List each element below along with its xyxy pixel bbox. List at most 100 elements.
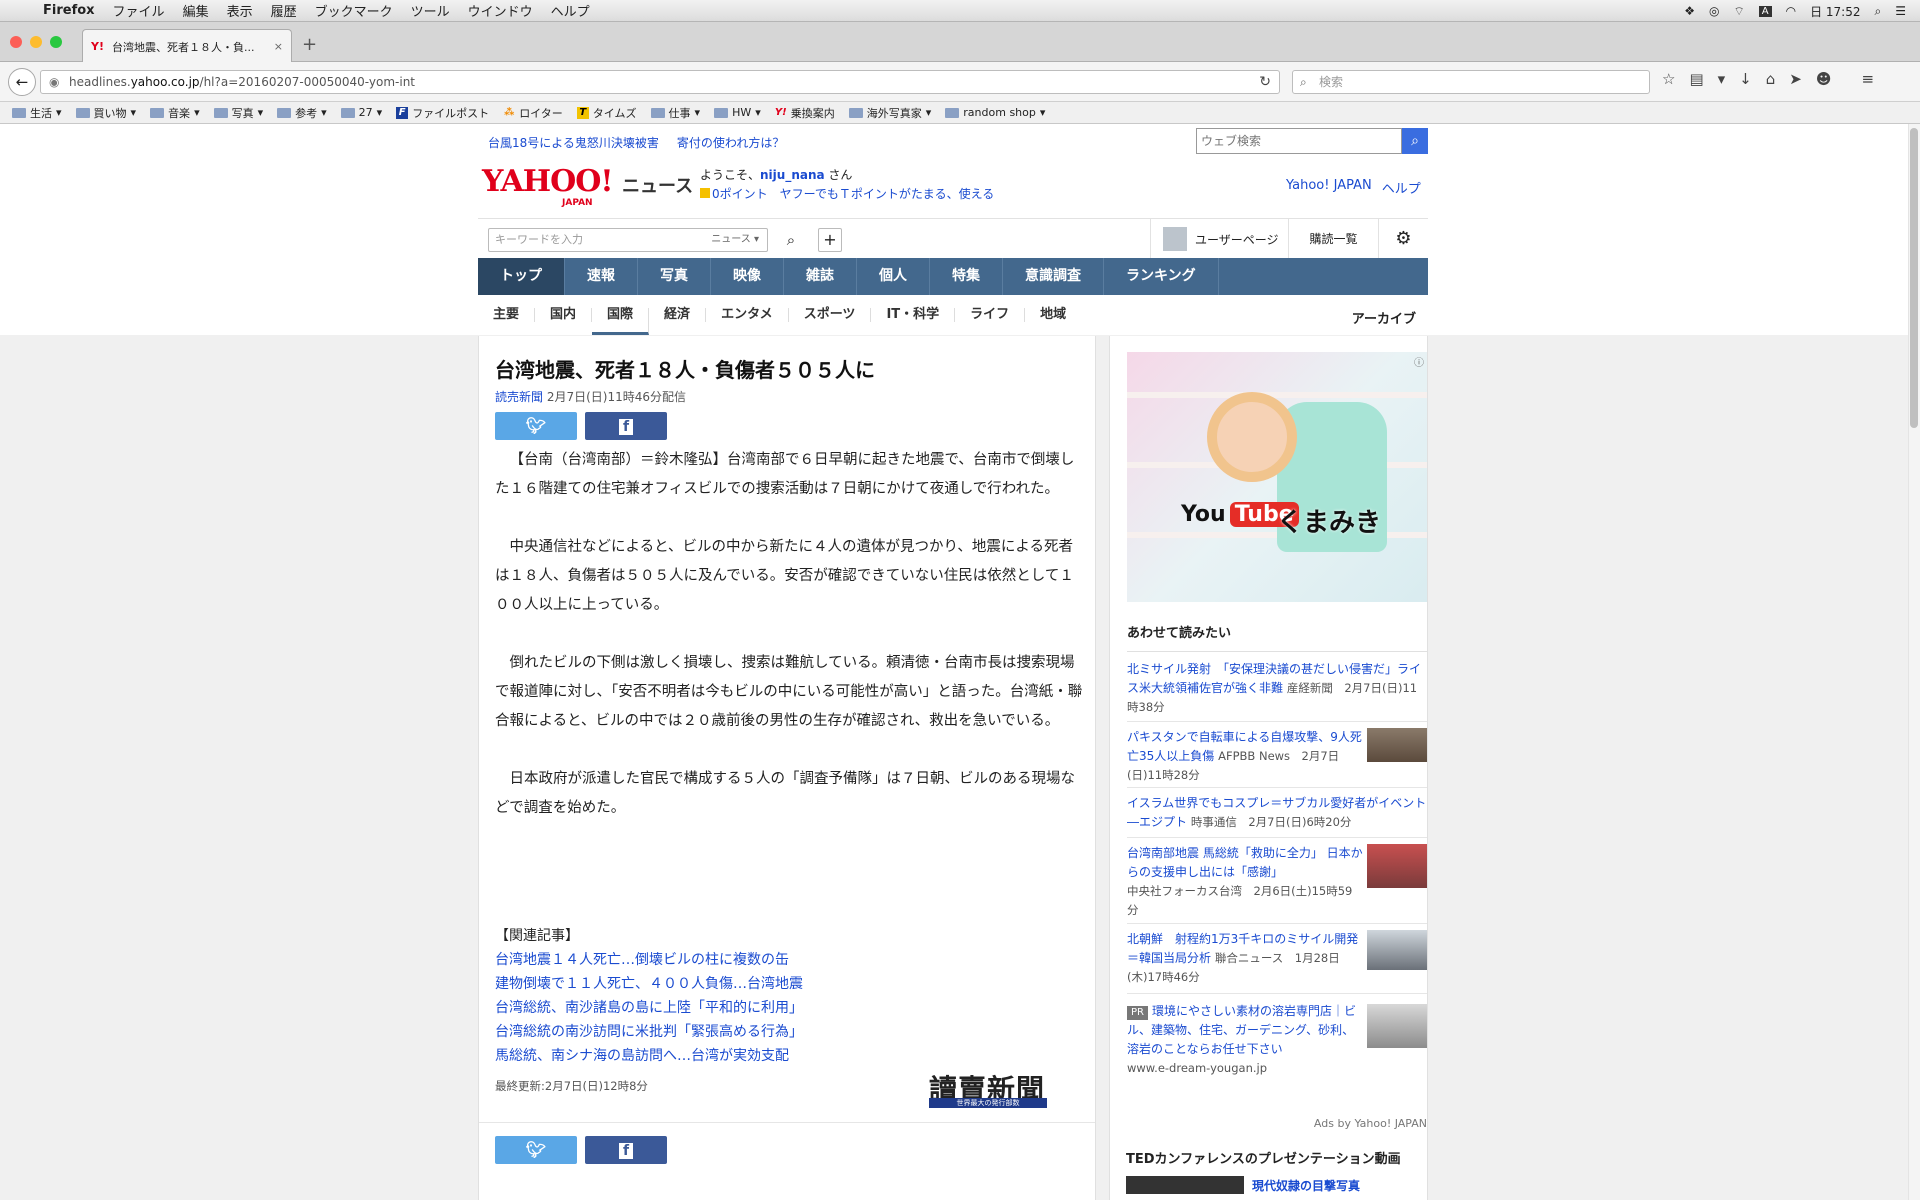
archive-link[interactable]: アーカイブ: [1352, 308, 1416, 327]
web-search-input[interactable]: [1196, 128, 1402, 154]
related-link[interactable]: 建物倒壊で１１人死亡、４００人負傷…台湾地震: [495, 972, 803, 996]
related-link[interactable]: 台湾地震１４人死亡…倒壊ビルの柱に複数の缶: [495, 948, 803, 972]
related-link[interactable]: 台湾総統の南沙訪問に米批判「緊張高める行為」: [495, 1020, 803, 1044]
bookmark-times[interactable]: T タイムズ: [576, 105, 637, 121]
menu-help[interactable]: ヘルプ: [542, 1, 599, 20]
bookmark-folder-hw[interactable]: HW ▾: [714, 106, 761, 119]
bookmark-transit[interactable]: Y! 乗換案内: [775, 105, 835, 121]
bookmark-folder-work[interactable]: 仕事 ▾: [650, 105, 700, 121]
username-link[interactable]: niju_nana: [760, 168, 825, 182]
reload-icon[interactable]: ↻: [1259, 71, 1271, 93]
gear-icon[interactable]: ⚙: [1378, 219, 1428, 259]
site-info-icon[interactable]: ◉: [49, 71, 59, 93]
add-button[interactable]: +: [818, 228, 842, 252]
menu-edit[interactable]: 編集: [174, 1, 218, 20]
bookmark-folder-photographers[interactable]: 海外写真家 ▾: [848, 105, 931, 121]
alert-link-flood[interactable]: 台風18号による鬼怒川決壊被害: [488, 134, 659, 151]
nav-video[interactable]: 映像: [711, 258, 784, 295]
reading-list-icon[interactable]: ▤: [1689, 70, 1703, 88]
subscriptions-link[interactable]: 購読一覧: [1288, 219, 1378, 259]
web-search-button[interactable]: ⌕: [1402, 128, 1428, 154]
cat-international[interactable]: 国際: [592, 308, 650, 335]
cat-region[interactable]: 地域: [1025, 308, 1081, 322]
notification-center-icon[interactable]: ☰: [1895, 4, 1906, 18]
points-link[interactable]: 0ポイント: [712, 187, 768, 201]
article-source-link[interactable]: 読売新聞: [495, 390, 543, 404]
page-scrollbar[interactable]: [1908, 124, 1920, 1200]
article-thumbnail[interactable]: [1367, 728, 1427, 762]
bookmark-folder-photo[interactable]: 写真 ▾: [213, 105, 263, 121]
cat-it-science[interactable]: IT・科学: [871, 308, 956, 322]
also-read-title[interactable]: 台湾南部地震 馬総統「救助に全力」 日本からの支援申し出には「感謝」: [1127, 846, 1363, 879]
article-thumbnail[interactable]: [1367, 930, 1427, 970]
menu-tools[interactable]: ツール: [402, 1, 459, 20]
bookmark-reuters[interactable]: ⁂ ロイター: [503, 105, 563, 121]
ad-info-icon[interactable]: ⓘ: [1414, 354, 1424, 369]
cat-sports[interactable]: スポーツ: [789, 308, 872, 322]
nav-top[interactable]: トップ: [478, 258, 565, 295]
cat-entertainment[interactable]: エンタメ: [706, 308, 789, 322]
ted-item-title[interactable]: 現代奴隷の目撃写真: [1252, 1177, 1360, 1194]
home-icon[interactable]: ⌂: [1766, 70, 1776, 88]
keyword-search-input[interactable]: キーワードを入力 ニュース ▾: [488, 228, 768, 252]
yahoo-news-logo[interactable]: YAHOO! JAPAN ニュース: [482, 164, 693, 208]
nav-photo[interactable]: 写真: [638, 258, 711, 295]
chat-icon[interactable]: ☻: [1816, 70, 1832, 88]
clock[interactable]: 日 17:52: [1810, 3, 1860, 20]
also-read-item[interactable]: 北ミサイル発射 「安保理決議の甚だしい侵害だ」ライス米大統領補佐官が強く非難 産…: [1127, 654, 1427, 722]
bookmark-folder-life[interactable]: 生活 ▾: [12, 105, 62, 121]
scrollbar-thumb[interactable]: [1910, 128, 1918, 428]
also-read-item[interactable]: 北朝鮮 射程約1万3千キロのミサイル開発＝韓国当局分析 聯合ニュース 1月28日…: [1127, 924, 1427, 994]
also-read-item[interactable]: イスラム世界でもコスプレ＝サブカル愛好者がイベント―エジプト 時事通信 2月7日…: [1127, 788, 1427, 838]
bookmark-folder-reference[interactable]: 参考 ▾: [277, 105, 327, 121]
spotlight-search-icon[interactable]: ⌕: [1875, 4, 1882, 19]
cat-domestic[interactable]: 国内: [535, 308, 593, 322]
twitter-share-button-bottom[interactable]: 🐦︎: [495, 1136, 577, 1164]
also-read-item[interactable]: パキスタンで自転車による自爆攻撃、9人死亡35人以上負傷 AFPBB News …: [1127, 722, 1427, 788]
dropbox-icon[interactable]: ❖: [1684, 4, 1695, 18]
tab-active[interactable]: Y! 台湾地震、死者１８人・負... ×: [82, 29, 292, 63]
cat-economy[interactable]: 経済: [649, 308, 707, 322]
nav-breaking[interactable]: 速報: [565, 258, 638, 295]
facebook-share-button[interactable]: f: [585, 412, 667, 440]
back-button[interactable]: ←: [8, 68, 36, 96]
category-dropdown[interactable]: ニュース ▾: [711, 229, 759, 251]
tpoint-promo-link[interactable]: ヤフーでもＴポイントがたまる、使える: [780, 187, 995, 201]
related-link[interactable]: 馬総統、南シナ海の島訪問へ…台湾が実効支配: [495, 1044, 803, 1068]
wifi-icon[interactable]: ◠: [1786, 4, 1796, 18]
input-method-icon[interactable]: A: [1758, 5, 1772, 17]
send-icon[interactable]: ➤: [1789, 70, 1802, 88]
pocket-icon[interactable]: ▾: [1718, 70, 1726, 88]
youtube-ad-banner[interactable]: You Tube くまみき ⓘ: [1127, 352, 1427, 602]
user-page-link[interactable]: ユーザーページ: [1150, 219, 1291, 259]
bookmark-folder-shopping[interactable]: 買い物 ▾: [75, 105, 136, 121]
zoom-window-button[interactable]: [50, 36, 62, 48]
pr-thumbnail[interactable]: [1367, 1004, 1427, 1048]
hamburger-menu-icon[interactable]: ≡: [1862, 70, 1875, 88]
alert-link-donation[interactable]: 寄付の使われ方は？: [677, 134, 784, 151]
twitter-share-button[interactable]: 🐦︎: [495, 412, 577, 440]
cat-main[interactable]: 主要: [478, 308, 536, 322]
nav-feature[interactable]: 特集: [930, 258, 1003, 295]
nav-magazine[interactable]: 雑誌: [784, 258, 857, 295]
bookmark-folder-27[interactable]: 27 ▾: [340, 106, 382, 119]
close-tab-icon[interactable]: ×: [274, 40, 283, 53]
pr-ad-item[interactable]: PR 環境にやさしい素材の溶岩専門店｜ビル、建築物、住宅、ガーデニング、砂利、溶岩…: [1127, 994, 1427, 1094]
wifi-status-icon[interactable]: ⌔: [1733, 4, 1744, 19]
menu-window[interactable]: ウインドウ: [459, 1, 542, 20]
minimize-window-button[interactable]: [30, 36, 42, 48]
keyword-search-button[interactable]: ⌕: [776, 228, 806, 252]
ads-by-label[interactable]: Ads by Yahoo! JAPAN: [1127, 1117, 1427, 1130]
facebook-share-button-bottom[interactable]: f: [585, 1136, 667, 1164]
article-thumbnail[interactable]: [1367, 844, 1427, 888]
help-link[interactable]: ヘルプ: [1382, 178, 1421, 197]
creative-cloud-icon[interactable]: ◎: [1709, 4, 1719, 18]
cat-life[interactable]: ライフ: [955, 308, 1026, 322]
nav-ranking[interactable]: ランキング: [1104, 258, 1219, 295]
ted-thumbnail[interactable]: [1126, 1176, 1244, 1194]
browser-search-bar[interactable]: ⌕ 検索: [1292, 70, 1650, 94]
also-read-item[interactable]: 台湾南部地震 馬総統「救助に全力」 日本からの支援申し出には「感謝」 中央社フォ…: [1127, 838, 1427, 924]
url-bar[interactable]: ◉ headlines.yahoo.co.jp/hl?a=20160207-00…: [40, 70, 1280, 94]
close-window-button[interactable]: [10, 36, 22, 48]
nav-individual[interactable]: 個人: [857, 258, 930, 295]
